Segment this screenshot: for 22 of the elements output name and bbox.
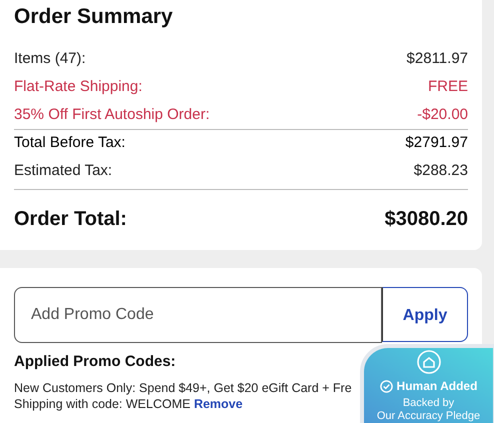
summary-value: -$20.00: [417, 104, 468, 125]
badge-subtitle: Our Accuracy Pledge: [376, 410, 480, 423]
summary-value: $288.23: [414, 160, 468, 181]
order-total-value: $3080.20: [384, 207, 468, 232]
summary-value: $2791.97: [405, 133, 468, 154]
section-title: Order Summary: [14, 4, 174, 30]
remove-link[interactable]: Remove: [194, 396, 243, 410]
check-circle-icon: [380, 380, 393, 392]
badge-subtitle: Backed by: [402, 397, 454, 410]
summary-label: Items (47):: [14, 48, 86, 69]
summary-label: 35% Off First Autoship Order:: [14, 104, 210, 125]
applied-promo-title: Applied Promo Codes:: [14, 352, 176, 372]
promo-code-field[interactable]: Add Promo Code: [14, 287, 382, 343]
apply-button[interactable]: Apply: [382, 287, 468, 342]
house-icon: [416, 350, 440, 374]
summary-value: FREE: [428, 76, 468, 97]
summary-label: Flat-Rate Shipping:: [14, 76, 142, 97]
summary-label: Total Before Tax:: [14, 133, 126, 154]
summary-value: $2811.97: [406, 48, 468, 69]
summary-label: Estimated Tax:: [14, 160, 112, 181]
order-total-label: Order Total:: [14, 207, 127, 232]
badge-title: Human Added: [396, 378, 478, 395]
